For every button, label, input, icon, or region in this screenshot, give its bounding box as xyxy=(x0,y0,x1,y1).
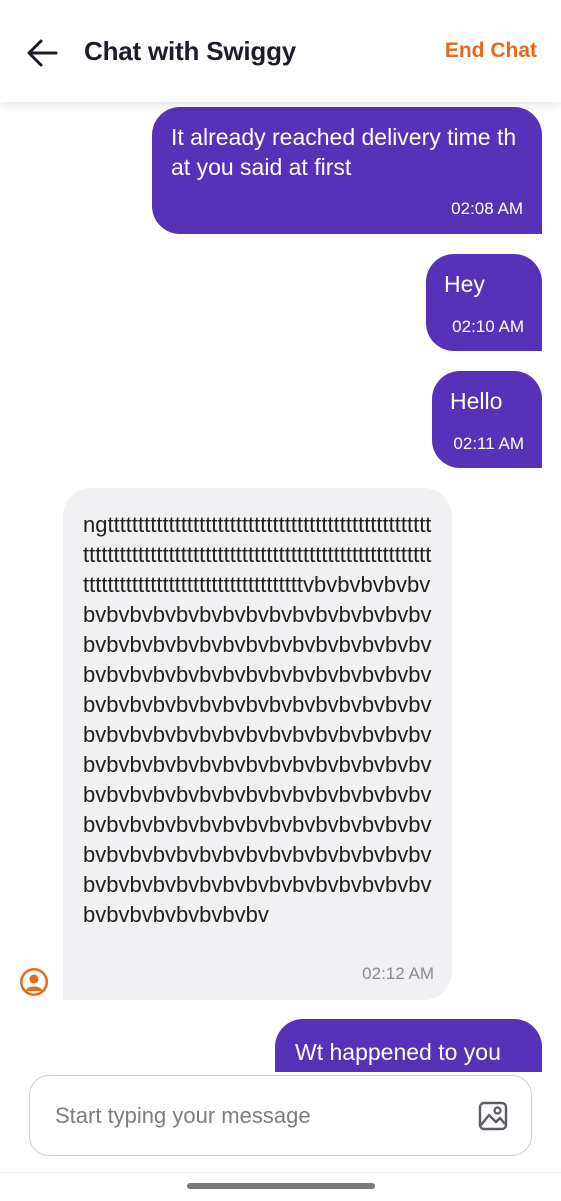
image-icon[interactable] xyxy=(477,1100,509,1132)
outgoing-message: Wt happened to you xyxy=(275,1019,542,1072)
agent-avatar-icon xyxy=(20,968,48,996)
message-timestamp: 02:08 AM xyxy=(451,199,523,218)
message-list[interactable]: It already reached delivery time that yo… xyxy=(0,102,561,1072)
message-text: Wt happened to you xyxy=(295,1039,501,1065)
end-chat-button[interactable]: End Chat xyxy=(445,39,537,63)
incoming-message: ngtttttttttttttttttttttttttttttttttttttt… xyxy=(63,488,452,1000)
message-composer xyxy=(29,1075,532,1156)
message-timestamp: 02:10 AM xyxy=(452,317,524,336)
message-timestamp: 02:12 AM xyxy=(362,964,434,983)
message-text: Hey xyxy=(444,271,485,297)
home-indicator[interactable] xyxy=(187,1183,375,1189)
outgoing-message: Hey 02:10 AM xyxy=(426,254,542,351)
message-input[interactable] xyxy=(55,1098,455,1134)
message-text: ngtttttttttttttttttttttttttttttttttttttt… xyxy=(83,512,432,927)
message-text: It already reached delivery time that yo… xyxy=(171,124,517,180)
message-text: Hello xyxy=(450,388,503,414)
chat-header: Chat with Swiggy End Chat xyxy=(0,0,561,102)
outgoing-message: Hello 02:11 AM xyxy=(432,371,542,468)
outgoing-message: It already reached delivery time that yo… xyxy=(152,107,542,234)
page-title: Chat with Swiggy xyxy=(84,36,297,66)
arrow-left-icon[interactable] xyxy=(26,38,58,68)
message-timestamp: 02:11 AM xyxy=(453,434,524,453)
